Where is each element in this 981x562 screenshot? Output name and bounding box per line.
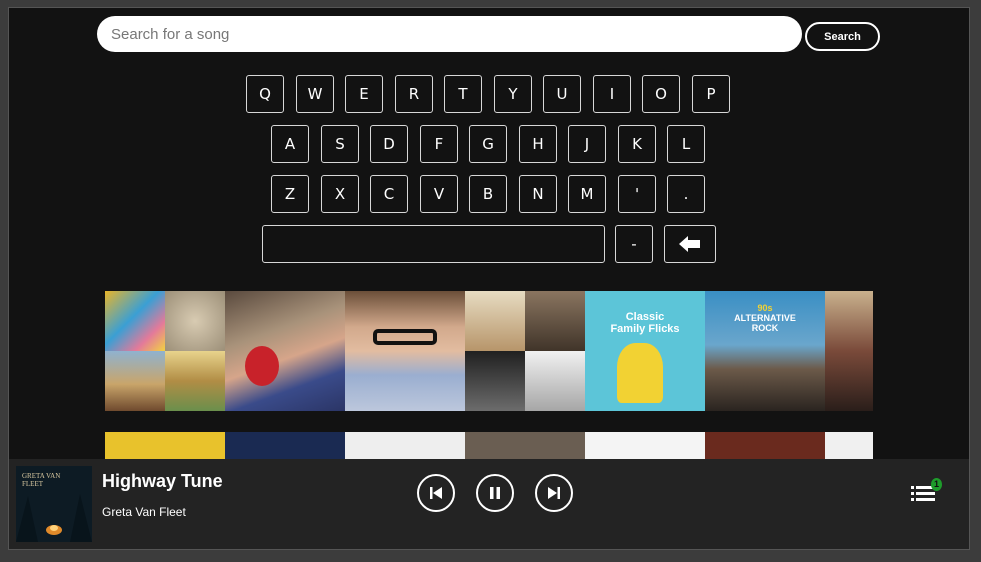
key-e[interactable]: E bbox=[345, 75, 383, 113]
queue-count-badge: 1 bbox=[931, 478, 942, 491]
search-input[interactable] bbox=[97, 16, 802, 52]
key-q[interactable]: Q bbox=[246, 75, 284, 113]
key-backspace[interactable] bbox=[664, 225, 716, 263]
skip-previous-icon bbox=[430, 487, 442, 499]
key-x[interactable]: X bbox=[321, 175, 359, 213]
backspace-arrow-icon bbox=[679, 236, 700, 252]
album-boy-glasses[interactable] bbox=[345, 291, 465, 411]
key-z[interactable]: Z bbox=[271, 175, 309, 213]
album-boy-spiderman[interactable] bbox=[225, 291, 345, 411]
album-collage-2[interactable] bbox=[465, 291, 585, 411]
playlist-90s-alternative-rock[interactable]: 90s ALTERNATIVE ROCK bbox=[705, 291, 825, 411]
key-d[interactable]: D bbox=[370, 125, 408, 163]
album-tile[interactable] bbox=[105, 432, 225, 462]
track-artist: Greta Van Fleet bbox=[102, 505, 186, 519]
key-period[interactable]: . bbox=[667, 175, 705, 213]
key-k[interactable]: K bbox=[618, 125, 656, 163]
key-g[interactable]: G bbox=[469, 125, 507, 163]
key-y[interactable]: Y bbox=[494, 75, 532, 113]
playlist-title-line: 90s bbox=[757, 303, 773, 313]
key-a[interactable]: A bbox=[271, 125, 309, 163]
cover-text: GRETA VAN FLEET bbox=[22, 472, 61, 488]
next-button[interactable] bbox=[535, 474, 573, 512]
album-tile[interactable] bbox=[825, 432, 873, 462]
key-b[interactable]: B bbox=[469, 175, 507, 213]
album-tile[interactable] bbox=[465, 432, 585, 462]
playlist-title-line: Family Flicks bbox=[610, 323, 680, 335]
key-l[interactable]: L bbox=[667, 125, 705, 163]
app-window: Search Q W E R T Y U I O P A S D F G H J… bbox=[8, 7, 970, 550]
key-n[interactable]: N bbox=[519, 175, 557, 213]
playlist-title-line: ROCK bbox=[751, 323, 779, 333]
album-collage-1[interactable] bbox=[105, 291, 225, 411]
key-j[interactable]: J bbox=[568, 125, 606, 163]
key-apostrophe[interactable]: ' bbox=[618, 175, 656, 213]
key-c[interactable]: C bbox=[370, 175, 408, 213]
playlist-classic-family-flicks[interactable]: Classic Family Flicks bbox=[585, 291, 705, 411]
track-title: Highway Tune bbox=[102, 471, 223, 491]
key-s[interactable]: S bbox=[321, 125, 359, 163]
player-bar: GRETA VAN FLEET Highway Tune Greta Van F… bbox=[9, 459, 969, 549]
pause-icon bbox=[490, 487, 500, 499]
pause-button[interactable] bbox=[476, 474, 514, 512]
key-t[interactable]: T bbox=[444, 75, 482, 113]
album-tile[interactable] bbox=[705, 432, 825, 462]
key-u[interactable]: U bbox=[543, 75, 581, 113]
album-tile[interactable] bbox=[585, 432, 705, 462]
key-dash[interactable]: - bbox=[615, 225, 653, 263]
album-tile[interactable] bbox=[345, 432, 465, 462]
key-w[interactable]: W bbox=[296, 75, 334, 113]
album-tile[interactable] bbox=[225, 432, 345, 462]
search-button[interactable]: Search bbox=[805, 22, 880, 51]
key-space[interactable] bbox=[262, 225, 605, 263]
key-p[interactable]: P bbox=[692, 75, 730, 113]
key-o[interactable]: O bbox=[642, 75, 680, 113]
skip-next-icon bbox=[548, 487, 560, 499]
previous-button[interactable] bbox=[417, 474, 455, 512]
album-grid-row-2 bbox=[105, 432, 873, 462]
key-m[interactable]: M bbox=[568, 175, 606, 213]
key-f[interactable]: F bbox=[420, 125, 458, 163]
key-i[interactable]: I bbox=[593, 75, 631, 113]
album-partial[interactable] bbox=[825, 291, 873, 411]
key-h[interactable]: H bbox=[519, 125, 557, 163]
key-v[interactable]: V bbox=[420, 175, 458, 213]
album-grid: Classic Family Flicks 90s ALTERNATIVE RO… bbox=[105, 291, 873, 411]
key-r[interactable]: R bbox=[395, 75, 433, 113]
playlist-title-line: ALTERNATIVE bbox=[734, 313, 796, 323]
playlist-title-line: Classic bbox=[625, 311, 665, 323]
now-playing-cover: GRETA VAN FLEET bbox=[16, 466, 92, 542]
